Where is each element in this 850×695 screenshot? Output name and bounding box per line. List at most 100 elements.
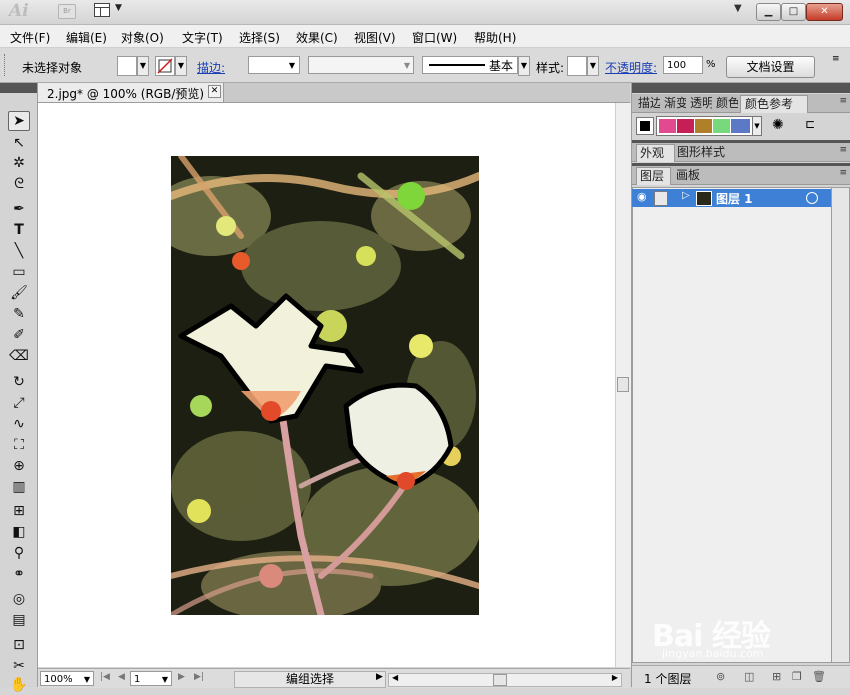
stroke-dropdown[interactable]: ▼	[175, 56, 187, 76]
minimize-button[interactable]: ▁	[756, 3, 781, 21]
control-bar-menu-icon[interactable]: ≡	[832, 54, 840, 64]
opacity-input[interactable]: 100	[663, 56, 703, 74]
layers-scrollbar[interactable]	[831, 187, 850, 663]
save-color-group-icon[interactable]: ⊏	[805, 117, 815, 131]
menu-select[interactable]: 选择(S)	[239, 29, 280, 46]
document-setup-button[interactable]: 文档设置	[726, 56, 815, 78]
tab-stroke[interactable]: 描边	[638, 95, 660, 112]
current-tool-status[interactable]: 编组选择	[234, 671, 386, 688]
scale-tool-icon[interactable]: ⤢	[8, 393, 30, 413]
line-tool-icon[interactable]: ╲	[8, 241, 30, 261]
canvas-vertical-scrollbar[interactable]	[615, 103, 631, 667]
menu-help[interactable]: 帮助(H)	[474, 29, 516, 46]
tab-appearance[interactable]: 外观	[636, 144, 675, 162]
tab-color-guide[interactable]: 颜色参考	[740, 95, 808, 113]
lasso-tool-icon[interactable]: ᘓ	[8, 174, 30, 194]
swatch-2[interactable]	[677, 119, 694, 133]
warp-tool-icon[interactable]: ∿	[8, 414, 30, 434]
lock-toggle[interactable]	[654, 191, 668, 206]
scrollbar-thumb[interactable]	[493, 674, 507, 686]
workspace-switcher[interactable]: ▼	[94, 3, 128, 19]
layer-row[interactable]: ◉ ▷ 图层 1	[632, 189, 831, 207]
opacity-label-link[interactable]: 不透明度:	[605, 59, 657, 76]
stroke-weight-field[interactable]: ▼	[248, 56, 300, 74]
new-layer-icon[interactable]: ❐	[792, 670, 802, 683]
mesh-tool-icon[interactable]: ⊞	[8, 501, 30, 521]
brush-dropdown[interactable]: ▼	[518, 56, 530, 76]
last-artboard-icon[interactable]: ▶|	[194, 672, 204, 682]
document-canvas[interactable]	[38, 103, 615, 667]
tab-artboards[interactable]: 画板	[676, 167, 706, 184]
rotate-tool-icon[interactable]: ↻	[8, 372, 30, 392]
previous-artboard-icon[interactable]: ◀	[118, 672, 125, 682]
tab-color[interactable]: 颜色	[716, 95, 738, 112]
visibility-eye-icon[interactable]: ◉	[637, 190, 647, 203]
harmony-rules-dropdown[interactable]: ▼	[752, 116, 762, 136]
graphic-style-swatch[interactable]	[567, 56, 587, 76]
column-graph-tool-icon[interactable]: ▤	[8, 610, 30, 630]
fill-swatch[interactable]	[117, 56, 137, 76]
magic-wand-tool-icon[interactable]: ✲	[8, 153, 30, 173]
rectangle-tool-icon[interactable]: ▭	[8, 262, 30, 282]
variable-width-profile[interactable]: ▼	[308, 56, 414, 74]
tab-transparency[interactable]: 透明	[690, 95, 712, 112]
locate-object-icon[interactable]: ⊚	[716, 670, 725, 683]
stroke-label-link[interactable]: 描边:	[197, 59, 225, 76]
layer-name[interactable]: 图层 1	[716, 190, 753, 207]
swatch-1[interactable]	[659, 119, 676, 133]
pencil-tool-icon[interactable]: ✎	[8, 304, 30, 324]
expand-layer-icon[interactable]: ▷	[682, 190, 690, 201]
perspective-grid-tool-icon[interactable]: ▥	[8, 477, 30, 497]
panel-dock-header[interactable]	[632, 83, 850, 93]
close-tab-icon[interactable]: ✕	[208, 85, 221, 98]
artboard-number-field[interactable]: 1 ▼	[130, 671, 172, 686]
swatch-5[interactable]	[731, 119, 750, 133]
panel-menu-icon[interactable]: ≡	[839, 168, 847, 178]
hand-tool-icon[interactable]: ✋	[8, 675, 30, 695]
tab-layers[interactable]: 图层	[636, 167, 671, 185]
close-button[interactable]: ✕	[806, 3, 843, 21]
workspace-menu-arrow[interactable]: ▼	[734, 3, 742, 14]
first-artboard-icon[interactable]: |◀	[100, 672, 110, 682]
make-clipping-mask-icon[interactable]: ◫	[744, 670, 754, 683]
menu-type[interactable]: 文字(T)	[182, 29, 223, 46]
symbol-sprayer-tool-icon[interactable]: ◎	[8, 589, 30, 609]
menu-object[interactable]: 对象(O)	[121, 29, 164, 46]
slice-tool-icon[interactable]: ✂	[8, 656, 30, 676]
direct-selection-tool-icon[interactable]: ↖	[8, 133, 30, 153]
delete-layer-icon[interactable]: 🗑	[812, 670, 826, 683]
panel-menu-icon[interactable]: ≡	[839, 96, 847, 106]
panel-grip[interactable]	[4, 54, 8, 76]
gradient-tool-icon[interactable]: ◧	[8, 522, 30, 542]
style-dropdown[interactable]: ▼	[587, 56, 599, 76]
placed-image-magnolia[interactable]	[171, 156, 479, 615]
next-artboard-icon[interactable]: ▶	[178, 672, 185, 682]
free-transform-tool-icon[interactable]: ⛶	[8, 435, 30, 455]
blob-brush-tool-icon[interactable]: ✐	[8, 325, 30, 345]
type-tool-icon[interactable]: T	[8, 220, 30, 240]
layer-target-icon[interactable]	[806, 192, 818, 204]
swatch-4[interactable]	[713, 119, 730, 133]
color-wheel-icon[interactable]: ✺	[772, 117, 784, 133]
tab-graphic-styles[interactable]: 图形样式	[677, 144, 737, 161]
base-color-swatch[interactable]	[636, 117, 654, 135]
stroke-swatch[interactable]	[155, 56, 175, 76]
horizontal-scrollbar[interactable]: ◀ ▶	[388, 673, 622, 687]
new-sublayer-icon[interactable]: ⊞	[772, 670, 781, 683]
scrollbar-thumb[interactable]	[617, 377, 629, 392]
scroll-right-icon[interactable]: ▶	[612, 673, 618, 682]
paintbrush-tool-icon[interactable]: 🖌	[8, 283, 30, 303]
layers-list[interactable]	[632, 187, 833, 663]
scroll-left-icon[interactable]: ◀	[392, 673, 398, 682]
status-menu-arrow[interactable]: ▶	[376, 672, 383, 682]
menu-edit[interactable]: 编辑(E)	[66, 29, 107, 46]
menu-window[interactable]: 窗口(W)	[412, 29, 457, 46]
tab-gradient[interactable]: 渐变	[664, 95, 686, 112]
pen-tool-icon[interactable]: ✒	[8, 199, 30, 219]
bridge-button[interactable]: Br	[58, 4, 76, 19]
document-tab[interactable]: 2.jpg* @ 100% (RGB/预览) ✕	[38, 83, 224, 102]
swatch-3[interactable]	[695, 119, 712, 133]
menu-file[interactable]: 文件(F)	[10, 29, 50, 46]
zoom-field[interactable]: 100% ▼	[40, 671, 94, 686]
menu-view[interactable]: 视图(V)	[354, 29, 396, 46]
